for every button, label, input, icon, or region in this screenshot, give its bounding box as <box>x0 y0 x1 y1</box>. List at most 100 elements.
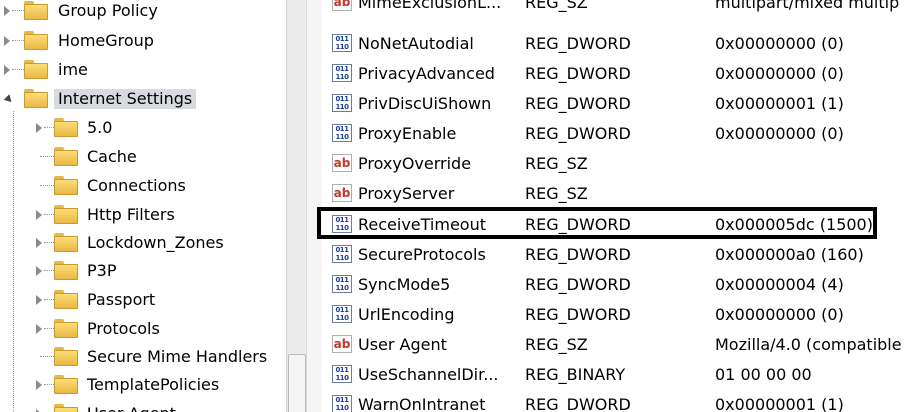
string-value-icon: ab <box>332 184 352 202</box>
value-type: REG_DWORD <box>525 124 631 143</box>
tree-connector <box>44 384 54 386</box>
value-row[interactable]: 011 110 UseSchannelDir... REG_BINARY 01 0… <box>322 360 909 390</box>
expand-arrow-icon[interactable] <box>4 36 10 46</box>
tree-connector <box>40 185 54 187</box>
registry-values-list[interactable]: ab MimeExclusionL... REG_SZ multipart/mi… <box>322 0 909 412</box>
value-type: REG_DWORD <box>525 64 631 83</box>
value-type: REG_DWORD <box>525 395 631 412</box>
expand-arrow-icon[interactable] <box>36 210 42 220</box>
tree-item-label: TemplatePolicies <box>87 375 220 394</box>
binary-value-icon: 011 110 <box>332 365 352 383</box>
tree-connector <box>44 328 54 330</box>
tree-item-lockdown-zones[interactable]: Lockdown_Zones <box>0 230 286 256</box>
tree-item-label: P3P <box>87 261 117 280</box>
tree-connector <box>12 10 24 12</box>
tree-item-label: 5.0 <box>87 118 113 137</box>
expand-arrow-icon[interactable] <box>36 324 42 334</box>
value-data: 0x00000004 (4) <box>715 275 844 294</box>
value-data: Mozilla/4.0 (compatible <box>715 335 902 354</box>
tree-connector <box>40 356 54 358</box>
expand-arrow-icon[interactable] <box>36 380 42 390</box>
value-name: User Agent <box>358 335 447 354</box>
folder-icon <box>54 260 78 280</box>
value-name: MimeExclusionL... <box>358 0 502 12</box>
tree-item-label: Group Policy <box>58 1 158 20</box>
tree-item-ime[interactable]: ime <box>0 57 286 83</box>
binary-value-icon: 011 110 <box>332 94 352 112</box>
folder-open-icon <box>24 88 48 108</box>
binary-value-icon: 011 110 <box>332 305 352 323</box>
value-name: NoNetAutodial <box>358 34 474 53</box>
expand-arrow-icon[interactable] <box>4 65 10 75</box>
value-type: REG_DWORD <box>525 94 631 113</box>
tree-connector <box>12 40 24 42</box>
value-data: 01 00 00 00 <box>715 365 812 384</box>
tree-connector <box>40 156 54 158</box>
value-row[interactable]: 011 110 SecureProtocols REG_DWORD 0x00000… <box>322 240 909 270</box>
value-row[interactable]: ab MimeExclusionL... REG_SZ multipart/mi… <box>322 0 909 18</box>
value-data: 0x00000001 (1) <box>715 94 844 113</box>
value-row[interactable]: ab User Agent REG_SZ Mozilla/4.0 (compat… <box>322 330 909 360</box>
value-name: UrlEncoding <box>358 305 455 324</box>
value-data: 0x000000a0 (160) <box>715 245 864 264</box>
expand-arrow-icon[interactable] <box>36 295 42 305</box>
tree-item-label: Connections <box>87 176 186 195</box>
tree-item-secure-mime-handlers[interactable]: Secure Mime Handlers <box>0 344 286 370</box>
registry-key-tree[interactable]: Group Policy HomeGroup ime Internet Sett… <box>0 0 286 412</box>
value-row[interactable]: 011 110 ProxyEnable REG_DWORD 0x00000000 … <box>322 119 909 149</box>
tree-item-templatepolicies[interactable]: TemplatePolicies <box>0 372 286 398</box>
folder-icon <box>24 59 48 79</box>
value-type: REG_DWORD <box>525 34 631 53</box>
value-row[interactable]: 011 110 PrivacyAdvanced REG_DWORD 0x00000… <box>322 59 909 89</box>
folder-icon <box>54 204 78 224</box>
value-type: REG_SZ <box>525 335 588 354</box>
folder-icon <box>24 30 48 50</box>
binary-value-icon: 011 110 <box>332 124 352 142</box>
value-data: 0x00000000 (0) <box>715 34 844 53</box>
pane-splitter[interactable] <box>306 0 323 412</box>
binary-value-icon: 011 110 <box>332 275 352 293</box>
tree-item-internet-settings[interactable]: Internet Settings <box>0 86 286 112</box>
folder-icon <box>54 318 78 338</box>
folder-icon <box>54 289 78 309</box>
binary-value-icon: 011 110 <box>332 64 352 82</box>
expand-arrow-icon[interactable] <box>36 266 42 276</box>
value-type: REG_SZ <box>525 184 588 203</box>
folder-icon <box>54 374 78 394</box>
tree-item-homegroup[interactable]: HomeGroup <box>0 28 286 54</box>
value-row[interactable]: ab ProxyOverride REG_SZ <box>322 149 909 179</box>
value-row[interactable]: 011 110 UrlEncoding REG_DWORD 0x00000000 … <box>322 300 909 330</box>
tree-item-connections[interactable]: Connections <box>0 173 286 199</box>
expand-arrow-icon[interactable] <box>36 238 42 248</box>
tree-scrollbar-track[interactable] <box>286 0 307 412</box>
value-row[interactable]: 011 110 WarnOnIntranet REG_DWORD 0x000000… <box>322 390 909 412</box>
value-row[interactable]: 011 110 PrivDiscUiShown REG_DWORD 0x00000… <box>322 89 909 119</box>
value-name: ProxyServer <box>358 184 455 203</box>
value-row[interactable]: ab ProxyServer REG_SZ <box>322 179 909 209</box>
tree-item-http-filters[interactable]: Http Filters <box>0 202 286 228</box>
value-type: REG_BINARY <box>525 365 626 384</box>
value-type: REG_SZ <box>525 154 588 173</box>
tree-item-user-agent[interactable]: User Agent <box>0 401 286 412</box>
tree-scrollbar-thumb[interactable] <box>288 354 306 412</box>
tree-item-label: Internet Settings <box>54 89 197 109</box>
collapse-arrow-icon[interactable] <box>3 94 15 105</box>
tree-item-5-0[interactable]: 5.0 <box>0 115 286 141</box>
value-data: 0x00000000 (0) <box>715 124 844 143</box>
tree-item-protocols[interactable]: Protocols <box>0 316 286 342</box>
tree-item-p3p[interactable]: P3P <box>0 258 286 284</box>
tree-connector <box>44 214 54 216</box>
tree-item-passport[interactable]: Passport <box>0 287 286 313</box>
expand-arrow-icon[interactable] <box>4 6 10 16</box>
tree-item-label: HomeGroup <box>58 31 154 50</box>
tree-item-label: Protocols <box>87 319 160 338</box>
expand-arrow-icon[interactable] <box>36 123 42 133</box>
value-row[interactable]: 011 110 SyncMode5 REG_DWORD 0x00000004 (4… <box>322 270 909 300</box>
folder-icon <box>54 232 78 252</box>
tree-item-group-policy[interactable]: Group Policy <box>0 0 286 24</box>
tree-connector <box>44 299 54 301</box>
tree-connector <box>44 242 54 244</box>
folder-icon <box>54 146 78 166</box>
value-row[interactable]: 011 110 NoNetAutodial REG_DWORD 0x0000000… <box>322 29 909 59</box>
tree-item-cache[interactable]: Cache <box>0 144 286 170</box>
